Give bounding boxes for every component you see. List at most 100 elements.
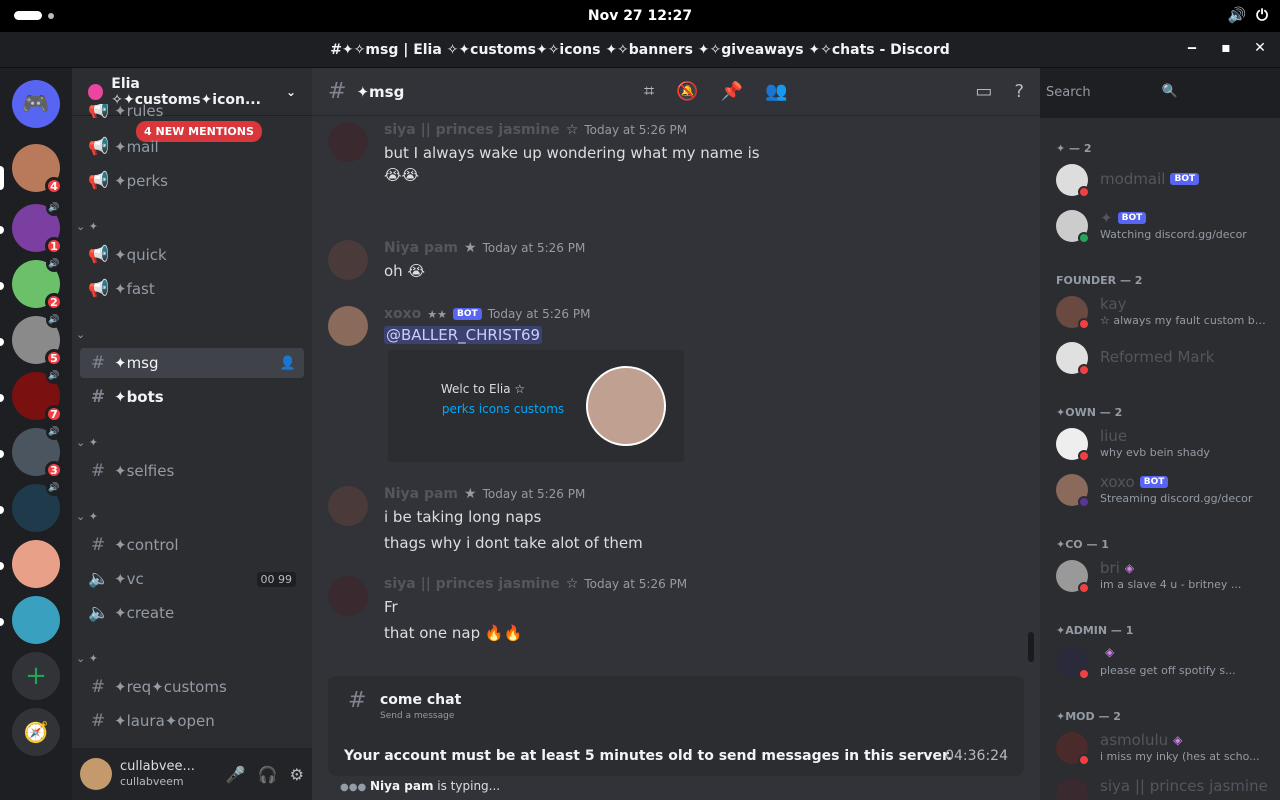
mute-bell-icon[interactable]: 🔕	[676, 81, 698, 102]
server-icon[interactable]	[12, 540, 60, 588]
server-icon[interactable]	[12, 596, 60, 644]
message-author[interactable]: xoxo	[384, 306, 421, 322]
add-server-icon[interactable]: +	[12, 652, 60, 700]
member-item[interactable]: siya || princes jasmine	[1056, 774, 1272, 800]
avatar[interactable]	[328, 576, 368, 616]
username[interactable]: cullabvee...	[120, 759, 195, 774]
channel-create[interactable]: 🔈 ✦create	[80, 598, 304, 628]
channel-control[interactable]: # ✦control	[80, 530, 304, 560]
category-header[interactable]: ⌄ ✦	[76, 510, 98, 523]
minimize-button[interactable]: ‒	[1184, 40, 1200, 56]
server-icon[interactable]: 🔊	[12, 480, 62, 532]
power-icon[interactable]: ⏻	[1256, 6, 1268, 24]
server-icon[interactable]: 🔊 5	[12, 312, 63, 367]
speaker-icon: 🔊	[46, 368, 62, 384]
channel-rules[interactable]: 📢 ✦rules	[80, 104, 304, 118]
member-name: bri	[1100, 559, 1120, 577]
server-icon[interactable]: 🔊 3	[12, 424, 63, 479]
member-list-icon[interactable]: 👥	[765, 81, 787, 102]
channel-mail[interactable]: 📢 ✦mail	[80, 132, 304, 162]
avatar[interactable]	[328, 306, 368, 346]
member-item[interactable]: liue why evb bein shady	[1056, 424, 1272, 464]
member-item[interactable]: modmail BOT	[1056, 160, 1272, 200]
channel-bots[interactable]: # ✦bots	[80, 382, 304, 412]
channel-quick[interactable]: 📢 ✦quick	[80, 240, 304, 270]
embed-links[interactable]: perks icons customs	[388, 402, 618, 416]
channel-perks[interactable]: 📢 ✦perks	[80, 166, 304, 196]
chat-header: # ✦msg ⌗ 🔕 📌 👥 ▭ ?	[312, 68, 1040, 116]
add-member-icon[interactable]: 👤	[280, 356, 296, 371]
microphone-icon[interactable]: 🎤	[226, 765, 246, 784]
member-name: liue	[1100, 427, 1128, 445]
maximize-button[interactable]: ▪	[1218, 40, 1234, 56]
role-header: ✦ — 2	[1056, 142, 1092, 155]
avatar[interactable]	[328, 122, 368, 162]
chat-scrollbar[interactable]	[1028, 632, 1034, 662]
role-header: ✦OWN — 2	[1056, 406, 1123, 419]
hash-icon: #	[90, 387, 106, 407]
message-author[interactable]: siya || princes jasmine	[384, 122, 560, 138]
nitro-gem-icon: ◈	[1124, 561, 1135, 575]
server-icon[interactable]: 🔊 2	[12, 256, 63, 311]
announcement-icon: 📢	[88, 104, 110, 118]
volume-icon[interactable]: 🔊	[1227, 6, 1246, 24]
category-label: ✦	[88, 436, 98, 449]
message[interactable]: siya || princes jasmine ☆ Today at 5:26 PM…	[328, 576, 1018, 644]
category-header[interactable]: ⌄ ✦	[76, 652, 98, 665]
category-header[interactable]: ⌄ ✦	[76, 436, 98, 449]
close-button[interactable]: ✕	[1252, 40, 1268, 56]
member-item[interactable]: ◈ please get off spotify s...	[1056, 642, 1272, 682]
channel-selfies[interactable]: # ✦selfies	[80, 456, 304, 486]
channel-fast[interactable]: 📢 ✦fast	[80, 274, 304, 304]
message-author[interactable]: Niya pam	[384, 486, 458, 502]
category-header[interactable]: ⌄	[76, 328, 85, 341]
server-icon[interactable]: 4	[12, 144, 63, 195]
message[interactable]: siya || princes jasmine ☆ Today at 5:26 PM…	[328, 122, 1018, 232]
avatar[interactable]	[328, 240, 368, 280]
category-header[interactable]: ⌄ ✦	[76, 220, 98, 233]
inbox-icon[interactable]: ▭	[975, 81, 992, 102]
server-icon[interactable]: 🔊 1	[12, 200, 63, 255]
channel-laura-open[interactable]: # ✦laura✦open	[80, 706, 304, 736]
member-item[interactable]: kay ☆ always my fault custom ba...	[1056, 292, 1272, 332]
notice-text: Your account must be at least 5 minutes …	[344, 748, 953, 764]
avatar[interactable]	[328, 486, 368, 526]
channel-label: ✦vc	[114, 570, 144, 588]
channel-msg[interactable]: # ✦msg 👤	[80, 348, 304, 378]
category-label: ✦	[88, 652, 98, 665]
star-icon: ☆	[565, 122, 579, 138]
message-author[interactable]: siya || princes jasmine	[384, 576, 560, 592]
star-icon: ★	[464, 486, 477, 502]
member-item[interactable]: Reformed Mark	[1056, 338, 1272, 378]
message[interactable]: Niya pam ★ Today at 5:26 PM oh 😭	[328, 240, 1018, 284]
server-icon[interactable]: 🔊 7	[12, 368, 63, 423]
channel-req-customs[interactable]: # ✦req✦customs	[80, 672, 304, 702]
clock[interactable]: Nov 27 12:27	[588, 8, 692, 24]
threads-icon[interactable]: ⌗	[644, 81, 654, 102]
activities-button[interactable]	[14, 11, 54, 20]
typing-user: Niya pam	[370, 779, 434, 793]
headphones-icon[interactable]: 🎧	[258, 765, 278, 784]
avatar[interactable]	[80, 758, 112, 790]
star-icon: ★	[464, 240, 477, 256]
member-item[interactable]: ✦ BOT Watching discord.gg/decor	[1056, 206, 1272, 246]
speaker-icon: 🔈	[88, 603, 110, 623]
user-mention[interactable]: @BALLER_CHRIST69	[384, 326, 543, 344]
discord-home-icon[interactable]: 🎮	[12, 80, 60, 128]
member-item[interactable]: bri ◈ im a slave 4 u - britney ...	[1056, 556, 1272, 596]
member-item[interactable]: xoxo BOT Streaming discord.gg/decor	[1056, 470, 1272, 510]
embed-thumbnail	[586, 366, 666, 446]
gear-icon[interactable]: ⚙	[290, 765, 304, 784]
member-item[interactable]: asmolulu ◈ i miss my inky (hes at scho...	[1056, 728, 1272, 768]
status-streaming	[1078, 496, 1090, 508]
search-input[interactable]: Search 🔍	[1040, 80, 1184, 106]
channel-label: ✦req✦customs	[114, 678, 227, 696]
help-icon[interactable]: ?	[1014, 81, 1024, 102]
message[interactable]: Niya pam ★ Today at 5:26 PM i be taking lo…	[328, 486, 1018, 554]
message-author[interactable]: Niya pam	[384, 240, 458, 256]
star-icon: ☆	[565, 576, 579, 592]
pin-icon[interactable]: 📌	[721, 81, 743, 102]
explore-compass-icon[interactable]: 🧭	[12, 708, 60, 756]
channel-vc[interactable]: 🔈 ✦vc 00 99	[80, 564, 304, 594]
member-name: ✦	[1100, 209, 1113, 227]
